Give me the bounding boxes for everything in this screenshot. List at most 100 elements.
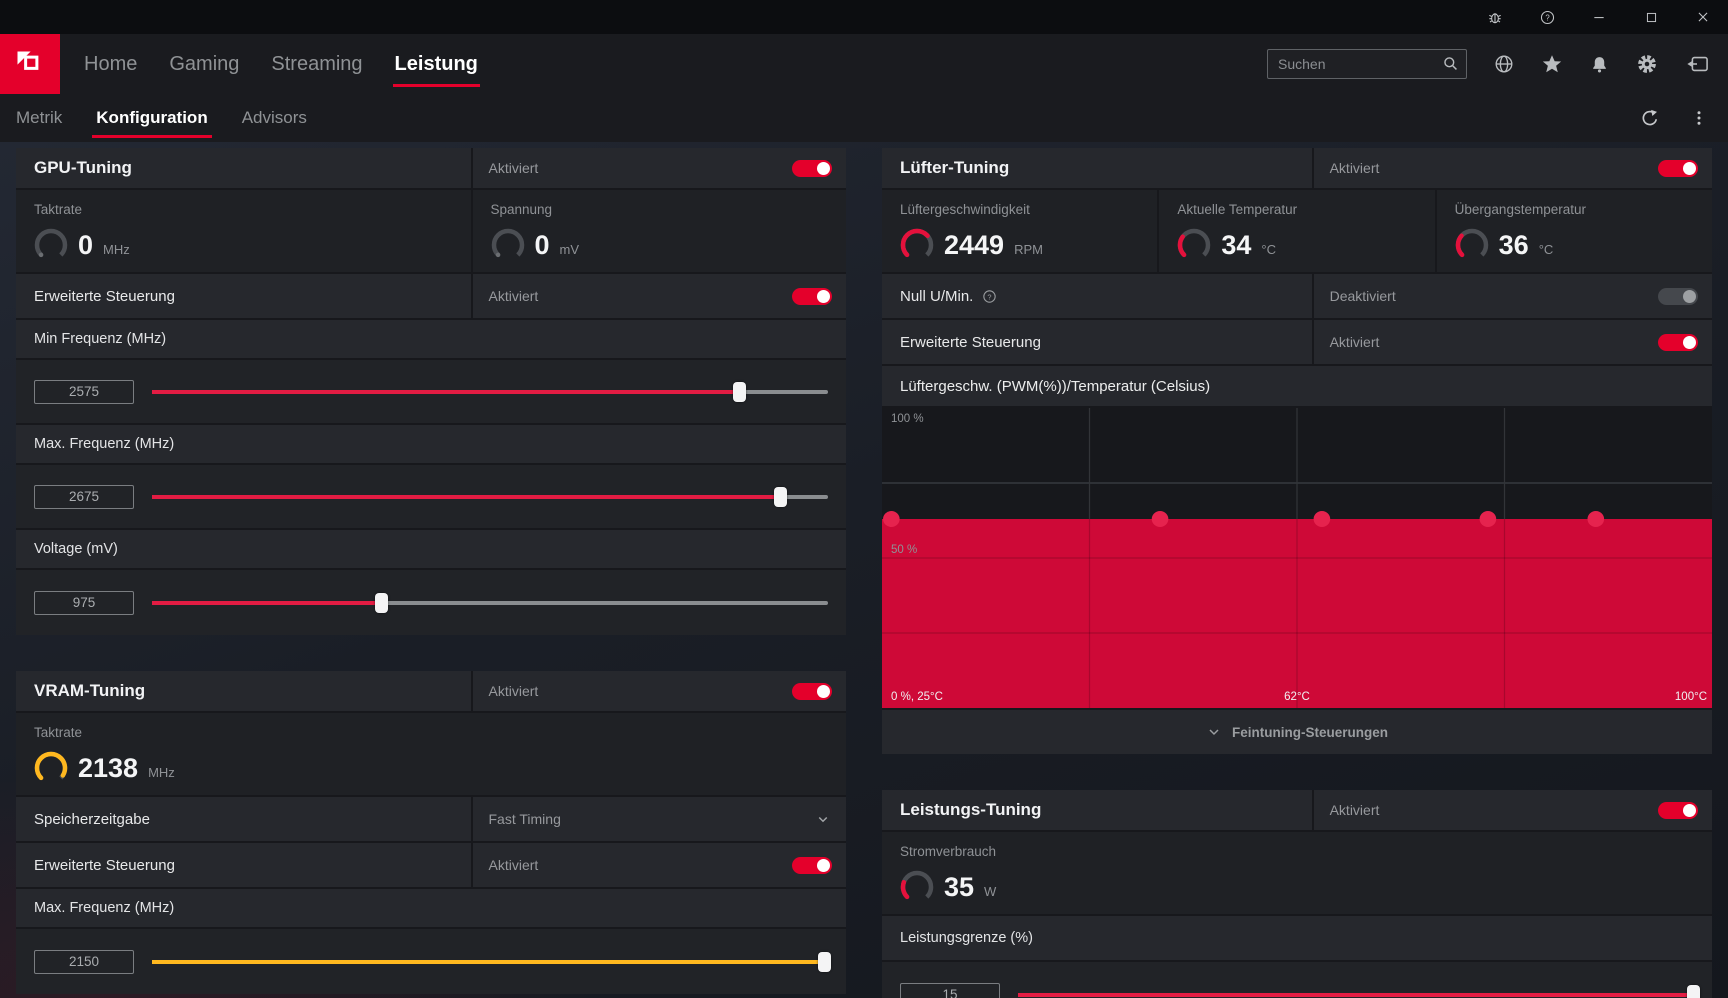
vram-tuning-card: VRAM-Tuning Aktiviert Taktrate 2138 MHz bbox=[16, 671, 846, 994]
toggle-knob bbox=[1683, 289, 1696, 303]
power-header-row: Leistungs-Tuning Aktiviert bbox=[882, 790, 1712, 832]
sidebar-panel-icon[interactable] bbox=[1684, 53, 1710, 75]
timing-label: Speicherzeitgabe bbox=[34, 810, 150, 828]
tab-konfiguration[interactable]: Konfiguration bbox=[79, 94, 224, 142]
stat-unit: RPM bbox=[1014, 241, 1043, 257]
zero-rpm-row: Null U/Min. ? Deaktiviert bbox=[882, 274, 1712, 320]
tab-metrik[interactable]: Metrik bbox=[16, 94, 79, 142]
stat-label: Spannung bbox=[490, 202, 553, 217]
help-circle-icon[interactable]: ? bbox=[981, 288, 998, 305]
vram-advanced-toggle[interactable] bbox=[792, 856, 832, 874]
star-icon[interactable] bbox=[1541, 53, 1563, 75]
stat-gpu-clock: Taktrate 0 MHz bbox=[16, 190, 473, 272]
stat-unit: MHz bbox=[103, 241, 130, 257]
stat-value: 35 bbox=[944, 871, 975, 902]
voltage-value-input[interactable] bbox=[34, 590, 134, 615]
power-limit-slider-row bbox=[882, 962, 1712, 998]
power-stats-row: Stromverbrauch 35 W bbox=[882, 832, 1712, 916]
fan-curve-point[interactable] bbox=[1479, 511, 1497, 527]
right-column: Lüfter-Tuning Aktiviert Lüftergeschwindi… bbox=[882, 148, 1712, 998]
power-status: Aktiviert bbox=[1329, 802, 1380, 818]
toggle-knob bbox=[1683, 803, 1696, 817]
vram-advanced-row: Erweiterte Steuerung Aktiviert bbox=[16, 843, 846, 889]
fan-curve-chart[interactable]: 100 % 50 % 0 %, 25°C 62°C 100°C bbox=[882, 408, 1712, 710]
vram-max-freq-slider-row bbox=[16, 929, 846, 994]
tab-gaming[interactable]: Gaming bbox=[153, 34, 255, 94]
tab-home[interactable]: Home bbox=[68, 34, 153, 94]
gpu-voltage-label-row: Voltage (mV) bbox=[16, 530, 846, 570]
advanced-control-label: Erweiterte Steuerung bbox=[34, 856, 175, 874]
maximize-icon[interactable] bbox=[1640, 6, 1662, 28]
zero-rpm-label: Null U/Min. bbox=[900, 287, 974, 305]
minimize-icon[interactable] bbox=[1588, 6, 1610, 28]
timing-dropdown[interactable]: Fast Timing bbox=[473, 810, 847, 828]
fan-curve-point[interactable] bbox=[1313, 511, 1331, 527]
min-freq-value-input[interactable] bbox=[34, 379, 134, 404]
stat-gpu-voltage: Spannung 0 mV bbox=[473, 190, 847, 272]
voltage-slider[interactable] bbox=[152, 591, 828, 615]
stat-label: Taktrate bbox=[34, 725, 83, 740]
stat-value: 0 bbox=[534, 229, 550, 260]
fan-header-row: Lüfter-Tuning Aktiviert bbox=[882, 148, 1712, 190]
slider-handle[interactable] bbox=[817, 951, 831, 972]
toggle-knob bbox=[817, 161, 830, 175]
gauge-icon bbox=[900, 228, 934, 262]
fine-tuning-label: Feintuning-Steuerungen bbox=[1232, 724, 1388, 740]
stat-value: 0 bbox=[78, 229, 94, 260]
tab-leistung[interactable]: Leistung bbox=[379, 34, 494, 94]
gpu-min-freq-label-row: Min Frequenz (MHz) bbox=[16, 320, 846, 360]
help-icon[interactable]: ? bbox=[1536, 6, 1558, 28]
tab-advisors[interactable]: Advisors bbox=[225, 94, 324, 142]
fine-tuning-expander[interactable]: Feintuning-Steuerungen bbox=[882, 710, 1712, 754]
chevron-down-icon[interactable] bbox=[814, 810, 832, 828]
svg-text:?: ? bbox=[988, 292, 992, 301]
power-limit-slider[interactable] bbox=[1018, 983, 1700, 998]
fan-curve-point[interactable] bbox=[1587, 511, 1605, 527]
fan-advanced-row: Erweiterte Steuerung Aktiviert bbox=[882, 320, 1712, 366]
vram-status: Aktiviert bbox=[488, 683, 539, 699]
left-column: GPU-Tuning Aktiviert Taktrate 0 MHz Span… bbox=[16, 148, 846, 998]
timing-value: Fast Timing bbox=[488, 811, 561, 827]
slider-handle[interactable] bbox=[1687, 984, 1700, 998]
zero-rpm-status: Deaktiviert bbox=[1329, 288, 1396, 304]
stat-current-temp: Aktuelle Temperatur 34 °C bbox=[1159, 190, 1437, 272]
slider-handle[interactable] bbox=[773, 486, 787, 507]
reset-icon[interactable] bbox=[1640, 108, 1660, 128]
slider-handle[interactable] bbox=[733, 381, 747, 402]
gpu-advanced-toggle[interactable] bbox=[792, 287, 832, 305]
gauge-icon bbox=[34, 228, 68, 262]
power-tuning-toggle[interactable] bbox=[1658, 801, 1698, 819]
close-icon[interactable] bbox=[1692, 6, 1714, 28]
more-options-icon[interactable] bbox=[1690, 108, 1708, 128]
min-freq-slider[interactable] bbox=[152, 380, 828, 404]
max-freq-slider[interactable] bbox=[152, 485, 828, 509]
search-input[interactable] bbox=[1267, 49, 1467, 79]
slider-label: Leistungsgrenze (%) bbox=[900, 930, 1033, 946]
vram-freq-value-input[interactable] bbox=[34, 949, 134, 974]
gear-icon[interactable] bbox=[1636, 53, 1658, 75]
search-box bbox=[1267, 49, 1467, 79]
fan-curve-point[interactable] bbox=[1151, 511, 1169, 527]
vram-tuning-toggle[interactable] bbox=[792, 682, 832, 700]
card-title: Leistungs-Tuning bbox=[900, 800, 1042, 819]
stat-unit: mV bbox=[559, 241, 580, 257]
fan-advanced-toggle[interactable] bbox=[1658, 333, 1698, 351]
tab-streaming[interactable]: Streaming bbox=[255, 34, 378, 94]
globe-icon[interactable] bbox=[1493, 53, 1515, 75]
search-icon[interactable] bbox=[1441, 54, 1460, 78]
stat-power-draw: Stromverbrauch 35 W bbox=[882, 832, 1712, 914]
power-limit-value-input[interactable] bbox=[900, 982, 1000, 998]
vram-freq-slider[interactable] bbox=[152, 950, 831, 974]
stat-value: 2138 bbox=[78, 752, 139, 783]
zero-rpm-toggle[interactable] bbox=[1658, 287, 1698, 305]
gpu-tuning-toggle[interactable] bbox=[792, 159, 832, 177]
bug-report-icon[interactable] bbox=[1484, 6, 1506, 28]
max-freq-value-input[interactable] bbox=[34, 484, 134, 509]
fan-tuning-toggle[interactable] bbox=[1658, 159, 1698, 177]
slider-handle[interactable] bbox=[374, 592, 388, 613]
advanced-status: Aktiviert bbox=[488, 857, 539, 873]
amd-logo[interactable] bbox=[0, 34, 60, 94]
bell-icon[interactable] bbox=[1589, 54, 1610, 75]
fan-curve-point[interactable] bbox=[883, 511, 900, 527]
fan-stats-row: Lüftergeschwindigkeit 2449 RPM Aktuelle … bbox=[882, 190, 1712, 274]
